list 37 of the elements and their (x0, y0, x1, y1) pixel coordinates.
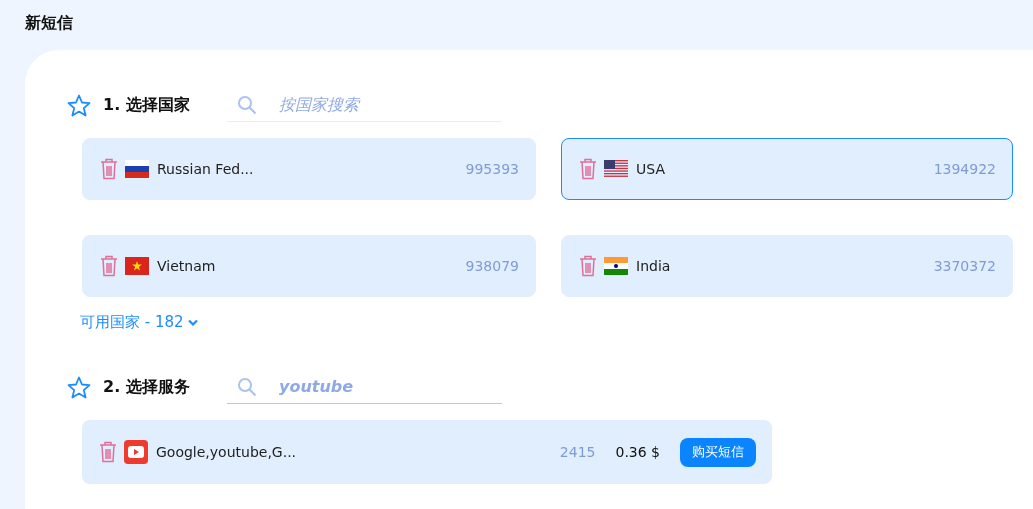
section-title: 1. 选择国家 (103, 94, 191, 116)
service-name: Google,youtube,G... (156, 444, 298, 460)
country-card[interactable]: India 3370372 (561, 235, 1013, 297)
number-count: 995393 (465, 161, 519, 177)
flag-icon (604, 257, 628, 275)
country-card[interactable]: USA 1394922 (561, 138, 1013, 200)
section-title: 2. 选择服务 (103, 376, 191, 398)
country-name: Vietnam (157, 258, 217, 274)
flag-icon (125, 160, 149, 178)
country-card[interactable]: Vietnam 938079 (82, 235, 536, 297)
country-name: USA (636, 161, 666, 177)
star-icon[interactable] (67, 375, 91, 399)
trash-icon[interactable] (98, 441, 118, 463)
search-icon (237, 94, 257, 115)
search-icon (237, 376, 257, 397)
number-count: 2415 (559, 444, 596, 460)
page-title: 新短信 (25, 12, 74, 34)
star-icon[interactable] (67, 93, 91, 117)
country-name: Russian Fed... (157, 161, 255, 177)
available-countries-link[interactable]: 可用国家 - 182 (80, 313, 198, 332)
trash-icon[interactable] (578, 255, 598, 277)
number-count: 3370372 (933, 258, 996, 274)
buy-sms-button[interactable]: 购买短信 (680, 437, 756, 467)
chevron-down-icon (187, 318, 198, 327)
number-count: 1394922 (933, 161, 996, 177)
trash-icon[interactable] (99, 158, 119, 180)
country-card[interactable]: Russian Fed... 995393 (82, 138, 536, 200)
price: 0.36 $ (615, 444, 660, 460)
flag-icon (125, 257, 149, 275)
country-name: India (636, 258, 672, 274)
service-row[interactable]: Google,youtube,G... 2415 0.36 $ 购买短信 (82, 420, 772, 484)
play-icon (124, 440, 148, 464)
flag-icon (604, 160, 628, 178)
trash-icon[interactable] (578, 158, 598, 180)
search-field[interactable]: 按国家搜索 (277, 94, 481, 115)
trash-icon[interactable] (99, 255, 119, 277)
number-count: 938079 (465, 258, 519, 274)
